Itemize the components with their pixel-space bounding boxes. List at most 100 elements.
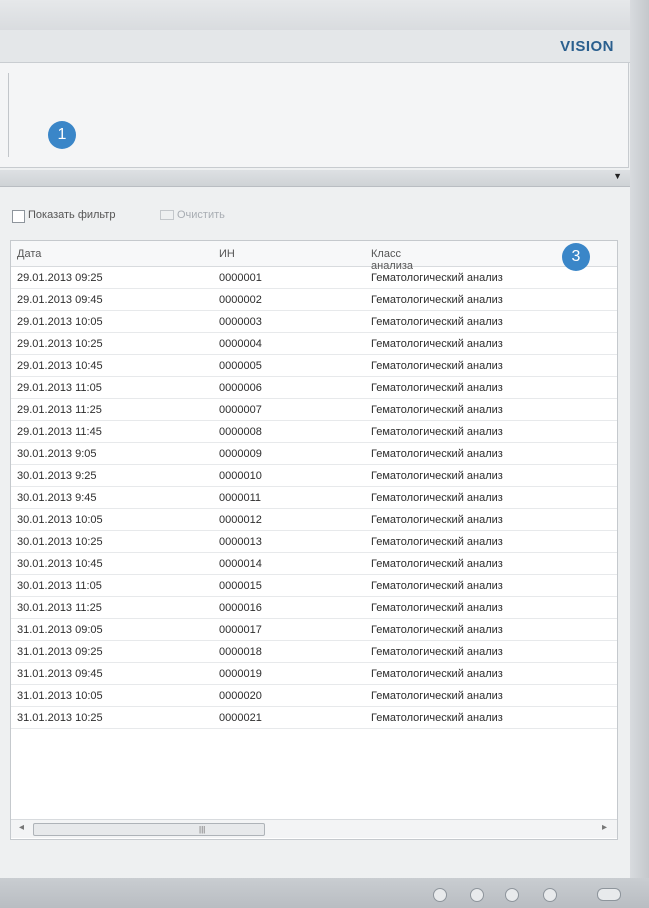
table-row[interactable]: 31.01.2013 09:45 0000019 Гематологический … [11, 663, 617, 685]
cell-id: 0000015 [219, 580, 262, 592]
cell-analysis-class: Гематологический анализ [371, 448, 503, 460]
cell-date: 31.01.2013 10:25 [17, 712, 103, 724]
cell-analysis-class: Гематологический анализ [371, 602, 503, 614]
table-row[interactable]: 29.01.2013 09:25 0000001 Гематологический … [11, 267, 617, 289]
table-row[interactable]: 30.01.2013 11:25 0000016 Гематологический … [11, 597, 617, 619]
monitor-bezel-right [630, 0, 649, 908]
cell-id: 0000013 [219, 536, 262, 548]
eraser-icon [160, 210, 174, 221]
table-row[interactable]: 29.01.2013 10:25 0000004 Гематологический … [11, 333, 617, 355]
table-row[interactable]: 30.01.2013 10:05 0000012 Гематологический … [11, 509, 617, 531]
cell-id: 0000010 [219, 470, 262, 482]
table-row[interactable]: 30.01.2013 9:25 0000010 Гематологический а… [11, 465, 617, 487]
horizontal-scrollbar[interactable]: ◂ ||| ▸ [11, 819, 617, 838]
cell-analysis-class: Гематологический анализ [371, 668, 503, 680]
device-button-2[interactable] [470, 888, 484, 902]
cell-id: 0000020 [219, 690, 262, 702]
device-button-1[interactable] [433, 888, 447, 902]
clear-filter-button[interactable]: Очистить [160, 209, 225, 221]
cell-analysis-class: Гематологический анализ [371, 382, 503, 394]
cell-date: 30.01.2013 9:45 [17, 492, 97, 504]
arrow-right-icon[interactable]: ▸ [602, 822, 607, 833]
cell-analysis-class: Гематологический анализ [371, 470, 503, 482]
cell-analysis-class: Гематологический анализ [371, 294, 503, 306]
clear-filter-label: Очистить [177, 209, 225, 221]
cell-date: 29.01.2013 09:45 [17, 294, 103, 306]
cell-date: 30.01.2013 10:45 [17, 558, 103, 570]
cell-analysis-class: Гематологический анализ [371, 624, 503, 636]
cell-id: 0000009 [219, 448, 262, 460]
table-row[interactable]: 30.01.2013 10:45 0000014 Гематологический … [11, 553, 617, 575]
cell-analysis-class: Гематологический анализ [371, 646, 503, 658]
scrollbar-thumb[interactable]: ||| [33, 823, 265, 836]
vision-logo: VISION [560, 38, 614, 55]
cell-date: 29.01.2013 10:45 [17, 360, 103, 372]
device-buttons [425, 884, 625, 906]
table-row[interactable]: 30.01.2013 11:05 0000015 Гематологический … [11, 575, 617, 597]
results-table: Дата ИН Класс анализа 3 29.01.2013 09:25… [10, 240, 618, 840]
cell-analysis-class: Гематологический анализ [371, 558, 503, 570]
cell-analysis-class: Гематологический анализ [371, 536, 503, 548]
cell-date: 29.01.2013 09:25 [17, 272, 103, 284]
cell-id: 0000019 [219, 668, 262, 680]
cell-date: 29.01.2013 10:25 [17, 338, 103, 350]
collapse-bar[interactable]: ▼ [0, 170, 630, 187]
cell-analysis-class: Гематологический анализ [371, 316, 503, 328]
cell-analysis-class: Гематологический анализ [371, 338, 503, 350]
cell-analysis-class: Гематологический анализ [371, 404, 503, 416]
cell-date: 29.01.2013 10:05 [17, 316, 103, 328]
cell-date: 30.01.2013 11:05 [17, 580, 102, 592]
cell-id: 0000021 [219, 712, 262, 724]
monitor-bezel-top [0, 0, 649, 30]
show-filter-label[interactable]: Показать фильтр [28, 209, 115, 221]
cell-id: 0000018 [219, 646, 262, 658]
cell-date: 30.01.2013 11:25 [17, 602, 102, 614]
show-filter-checkbox[interactable] [12, 210, 25, 223]
cell-date: 30.01.2013 9:25 [17, 470, 97, 482]
device-button-4[interactable] [543, 888, 557, 902]
cell-id: 0000003 [219, 316, 262, 328]
cell-date: 30.01.2013 9:05 [17, 448, 97, 460]
table-row[interactable]: 29.01.2013 11:25 0000007 Гематологический … [11, 399, 617, 421]
cell-date: 30.01.2013 10:25 [17, 536, 103, 548]
cell-analysis-class: Гематологический анализ [371, 272, 503, 284]
cell-analysis-class: Гематологический анализ [371, 492, 503, 504]
table-row[interactable]: 29.01.2013 10:05 0000003 Гематологический … [11, 311, 617, 333]
app-screen: VISION 1 ▼ Показать фильтр Очистить Дата… [0, 30, 630, 878]
device-button-3[interactable] [505, 888, 519, 902]
table-row[interactable]: 30.01.2013 10:25 0000013 Гематологический … [11, 531, 617, 553]
cell-analysis-class: Гематологический анализ [371, 426, 503, 438]
table-row[interactable]: 29.01.2013 11:45 0000008 Гематологический … [11, 421, 617, 443]
cell-id: 0000014 [219, 558, 262, 570]
cell-analysis-class: Гематологический анализ [371, 580, 503, 592]
cell-id: 0000004 [219, 338, 262, 350]
chevron-down-icon[interactable]: ▼ [613, 171, 622, 181]
table-row[interactable]: 29.01.2013 10:45 0000005 Гематологический … [11, 355, 617, 377]
table-row[interactable]: 31.01.2013 09:05 0000017 Гематологический … [11, 619, 617, 641]
table-row[interactable]: 31.01.2013 10:25 0000021 Гематологический … [11, 707, 617, 729]
cell-date: 29.01.2013 11:45 [17, 426, 102, 438]
table-row[interactable]: 29.01.2013 11:05 0000006 Гематологический … [11, 377, 617, 399]
cell-id: 0000002 [219, 294, 262, 306]
table-row[interactable]: 30.01.2013 9:45 0000011 Гематологический а… [11, 487, 617, 509]
arrow-left-icon[interactable]: ◂ [19, 822, 24, 833]
cell-date: 31.01.2013 09:45 [17, 668, 103, 680]
cell-date: 30.01.2013 10:05 [17, 514, 103, 526]
cell-id: 0000008 [219, 426, 262, 438]
cell-id: 0000017 [219, 624, 262, 636]
title-bar: VISION [0, 30, 630, 63]
cell-id: 0000007 [219, 404, 262, 416]
device-power-button[interactable] [597, 888, 621, 901]
cell-id: 0000001 [219, 272, 262, 284]
header-divider [8, 73, 9, 157]
cell-id: 0000011 [219, 492, 262, 504]
cell-analysis-class: Гематологический анализ [371, 514, 503, 526]
cell-id: 0000016 [219, 602, 262, 614]
table-row[interactable]: 30.01.2013 9:05 0000009 Гематологический а… [11, 443, 617, 465]
table-row[interactable]: 31.01.2013 10:05 0000020 Гематологический … [11, 685, 617, 707]
cell-analysis-class: Гематологический анализ [371, 712, 503, 724]
table-row[interactable]: 29.01.2013 09:45 0000002 Гематологический … [11, 289, 617, 311]
cell-date: 29.01.2013 11:05 [17, 382, 102, 394]
table-row[interactable]: 31.01.2013 09:25 0000018 Гематологический … [11, 641, 617, 663]
filter-toolbar: Показать фильтр Очистить [0, 206, 630, 228]
